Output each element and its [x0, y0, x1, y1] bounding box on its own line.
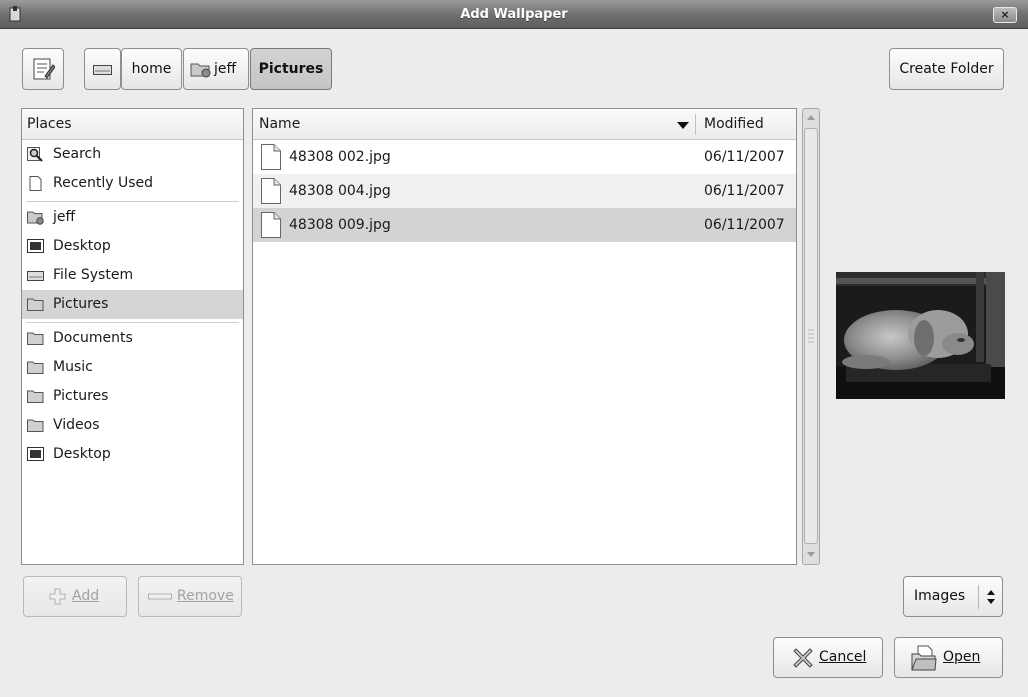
places-item-label: Music: [53, 359, 93, 375]
places-item-search[interactable]: Search: [22, 140, 243, 169]
home-folder-icon: [27, 211, 44, 225]
places-bookmark-videos[interactable]: Videos: [22, 411, 243, 440]
scroll-down-icon[interactable]: [804, 546, 818, 562]
path-crumb-label: home: [131, 61, 172, 77]
desktop-icon: [27, 447, 44, 461]
path-crumb-jeff[interactable]: jeff: [183, 48, 249, 90]
folder-icon: [27, 298, 44, 311]
preview-image: [836, 272, 1005, 399]
window-close-button[interactable]: ×: [993, 7, 1017, 23]
scrollbar-thumb[interactable]: [804, 128, 818, 544]
home-folder-icon: [190, 63, 211, 78]
file-list-scrollbar[interactable]: [802, 108, 820, 565]
sort-descending-icon: [677, 122, 689, 129]
places-item-label: Recently Used: [53, 175, 154, 191]
places-bookmark-desktop[interactable]: Desktop: [22, 440, 243, 469]
grip-icon: [808, 329, 814, 343]
file-name: 48308 009.jpg: [289, 217, 391, 233]
column-header-modified[interactable]: Modified: [704, 109, 764, 140]
open-folder-icon: [911, 645, 937, 671]
places-item-label: Desktop: [53, 446, 111, 462]
search-icon: [27, 147, 43, 162]
places-item-label: Documents: [53, 330, 133, 346]
places-item-label: Videos: [53, 417, 100, 433]
places-item-label: File System: [53, 267, 134, 283]
places-separator: [26, 322, 239, 323]
path-crumb-home[interactable]: home: [121, 48, 182, 90]
add-icon: [49, 588, 66, 605]
file-list: Name Modified 48308 002.jpg 06/11/2007 4…: [252, 108, 797, 565]
folder-icon: [27, 361, 44, 374]
title-bar: Add Wallpaper ×: [0, 0, 1028, 29]
desktop-icon: [27, 239, 44, 253]
document-icon: [29, 176, 42, 191]
places-item-label: jeff: [53, 209, 76, 225]
edit-location-button[interactable]: [22, 48, 64, 90]
remove-icon: [148, 593, 172, 600]
drive-icon: [93, 65, 112, 75]
cancel-icon: [793, 648, 813, 668]
file-modified: 06/11/2007: [704, 217, 785, 233]
open-button[interactable]: Open: [894, 637, 1003, 678]
places-item-label: Pictures: [53, 388, 109, 404]
file-row-selected[interactable]: 48308 009.jpg 06/11/2007: [253, 208, 796, 242]
places-item-file-system[interactable]: File System: [22, 261, 243, 290]
folder-icon: [27, 419, 44, 432]
folder-icon: [27, 332, 44, 345]
places-bookmark-pictures[interactable]: Pictures: [22, 382, 243, 411]
add-label: Add: [72, 588, 100, 604]
file-icon: [261, 178, 281, 204]
places-separator: [26, 201, 239, 202]
file-row[interactable]: 48308 004.jpg 06/11/2007: [253, 174, 796, 208]
file-list-header: Name Modified: [253, 109, 796, 140]
remove-bookmark-button[interactable]: Remove: [138, 576, 242, 617]
cancel-button[interactable]: Cancel: [773, 637, 883, 678]
remove-label: Remove: [177, 588, 234, 604]
open-label: Open: [943, 649, 981, 665]
places-item-label: Desktop: [53, 238, 111, 254]
file-modified: 06/11/2007: [704, 183, 785, 199]
column-header-name[interactable]: Name: [259, 109, 300, 140]
places-bookmark-documents[interactable]: Documents: [22, 324, 243, 353]
file-name: 48308 002.jpg: [289, 149, 391, 165]
places-item-desktop[interactable]: Desktop: [22, 232, 243, 261]
places-item-jeff[interactable]: jeff: [22, 203, 243, 232]
drive-icon: [27, 271, 44, 281]
edit-location-icon: [33, 58, 55, 80]
file-row[interactable]: 48308 002.jpg 06/11/2007: [253, 140, 796, 174]
path-crumb-pictures[interactable]: Pictures: [250, 48, 332, 90]
places-header[interactable]: Places: [22, 109, 243, 140]
places-header-label: Places: [27, 116, 72, 132]
file-icon: [261, 144, 281, 170]
window-title: Add Wallpaper: [460, 7, 568, 22]
places-pane: Places Search Recently Used jeff Desktop: [21, 108, 244, 565]
places-bookmark-music[interactable]: Music: [22, 353, 243, 382]
file-name: 48308 004.jpg: [289, 183, 391, 199]
places-item-label: Pictures: [53, 296, 109, 312]
combo-arrows-icon: [987, 590, 995, 604]
file-modified: 06/11/2007: [704, 149, 785, 165]
combo-separator: [978, 585, 979, 609]
file-icon: [261, 212, 281, 238]
path-crumb-root[interactable]: [84, 48, 121, 90]
places-item-pictures[interactable]: Pictures: [22, 290, 243, 319]
path-crumb-label: Pictures: [258, 61, 324, 77]
file-type-filter[interactable]: Images: [903, 576, 1003, 617]
create-folder-label: Create Folder: [899, 61, 994, 77]
path-crumb-label: jeff: [214, 61, 237, 77]
places-item-label: Search: [53, 146, 102, 162]
places-item-recently-used[interactable]: Recently Used: [22, 169, 243, 198]
folder-icon: [27, 390, 44, 403]
create-folder-button[interactable]: Create Folder: [889, 48, 1004, 90]
cancel-label: Cancel: [819, 649, 867, 665]
column-divider[interactable]: [695, 114, 696, 135]
filter-selected-value: Images: [914, 588, 966, 604]
add-bookmark-button[interactable]: Add: [23, 576, 127, 617]
scroll-up-icon[interactable]: [804, 110, 818, 126]
